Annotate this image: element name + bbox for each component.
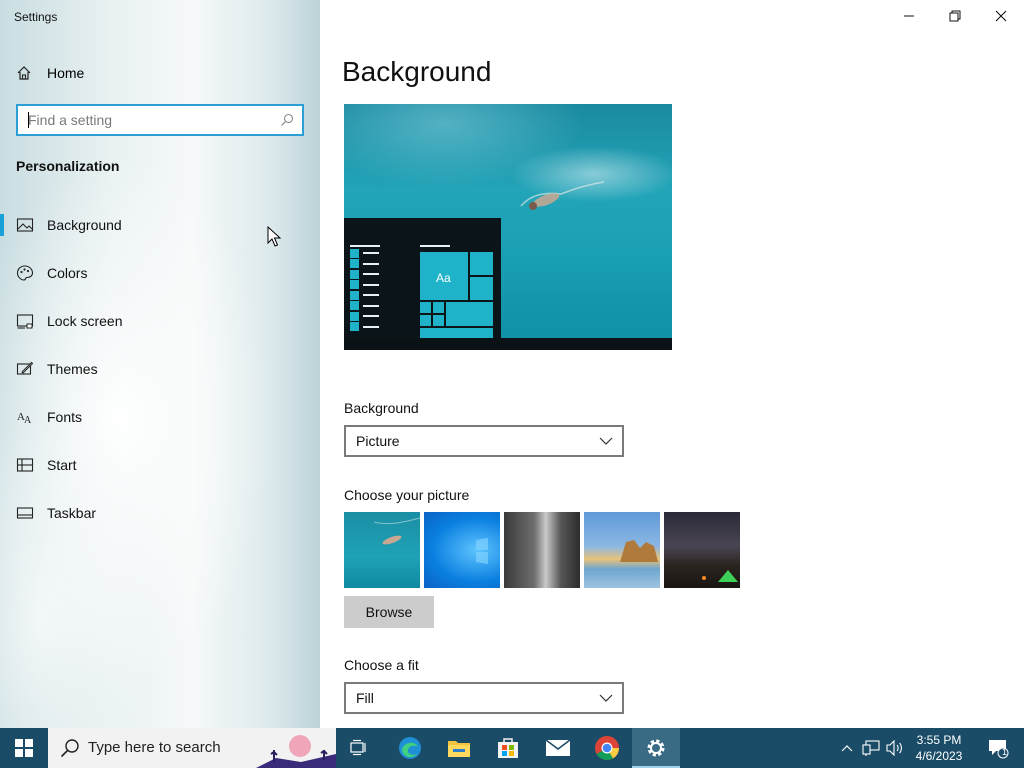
- themes-brush-icon: [16, 361, 34, 375]
- network-icon: [862, 740, 880, 756]
- mail-icon: [545, 739, 571, 756]
- picture-thumbnail-waterfall[interactable]: [504, 512, 580, 588]
- picture-icon: [16, 218, 34, 232]
- restore-icon: [949, 10, 961, 22]
- svg-text:A: A: [24, 415, 32, 426]
- palette-icon: [16, 265, 34, 281]
- nav-item-start[interactable]: Start: [0, 445, 320, 485]
- underwater-image: [373, 517, 420, 545]
- background-dropdown-value: Picture: [356, 433, 400, 449]
- background-label: Background: [344, 400, 419, 416]
- close-button[interactable]: [978, 0, 1024, 32]
- nav-label: Start: [47, 457, 77, 473]
- taskbar-clock[interactable]: 3:55 PM 4/6/2023: [906, 732, 972, 764]
- sidebar: Settings Home Personalization Background…: [0, 0, 320, 728]
- start-button[interactable]: [0, 728, 48, 768]
- microsoft-store-icon: [498, 738, 518, 758]
- tile-text: Aa: [436, 271, 451, 285]
- chevron-up-icon: [841, 745, 853, 752]
- edge-taskbar-button[interactable]: [386, 728, 434, 768]
- search-icon: [281, 113, 294, 126]
- settings-taskbar-button[interactable]: [632, 728, 680, 768]
- background-dropdown[interactable]: Picture: [344, 425, 624, 457]
- clock-date: 4/6/2023: [915, 749, 963, 763]
- task-view-button[interactable]: [336, 728, 384, 768]
- picture-thumbnail-windows[interactable]: [424, 512, 500, 588]
- settings-icon: [647, 739, 665, 757]
- start-menu-preview: Aa: [344, 218, 501, 338]
- night-tent-image: [702, 570, 738, 582]
- volume-button[interactable]: [884, 728, 906, 768]
- store-taskbar-button[interactable]: [484, 728, 532, 768]
- restore-button[interactable]: [932, 0, 978, 32]
- fit-dropdown[interactable]: Fill: [344, 682, 624, 714]
- edge-icon: [399, 737, 421, 759]
- taskbar: Type here to search 3:55 PM 4/6/2023 1: [0, 728, 1024, 768]
- page-title: Background: [342, 56, 492, 87]
- windows-logo-icon: [15, 739, 33, 757]
- mail-taskbar-button[interactable]: [534, 728, 582, 768]
- picture-thumbnail-night-sky[interactable]: [664, 512, 740, 588]
- home-icon: [17, 66, 31, 80]
- fit-label: Choose a fit: [344, 657, 419, 673]
- nav-item-taskbar[interactable]: Taskbar: [0, 493, 320, 533]
- chevron-down-icon: [599, 437, 613, 445]
- taskbar-search-box[interactable]: Type here to search: [48, 728, 336, 768]
- close-icon: [995, 10, 1007, 22]
- search-icon: [60, 739, 79, 758]
- windows-logo-image: [476, 538, 488, 564]
- file-explorer-taskbar-button[interactable]: [435, 728, 483, 768]
- mouse-pointer-icon: [267, 226, 281, 247]
- lock-screen-icon: [16, 314, 34, 329]
- file-explorer-icon: [448, 741, 470, 757]
- nav-label: Background: [47, 217, 122, 233]
- nav-item-themes[interactable]: Themes: [0, 349, 320, 389]
- nav-label: Lock screen: [47, 313, 123, 329]
- chrome-icon: [595, 736, 619, 761]
- desktop-preview: Aa: [344, 104, 672, 350]
- section-title: Personalization: [16, 158, 120, 174]
- nav-item-lock-screen[interactable]: Lock screen: [0, 301, 320, 341]
- nav-item-fonts[interactable]: A A Fonts: [0, 397, 320, 437]
- task-view-icon: [350, 739, 366, 756]
- chevron-down-icon: [599, 694, 613, 702]
- fit-dropdown-value: Fill: [356, 690, 374, 706]
- settings-search-box[interactable]: [16, 104, 304, 136]
- picture-thumbnail-underwater[interactable]: [344, 512, 420, 588]
- chrome-taskbar-button[interactable]: [583, 728, 631, 768]
- minimize-button[interactable]: [886, 0, 932, 32]
- browse-button[interactable]: Browse: [344, 596, 434, 628]
- settings-search-input[interactable]: [18, 106, 302, 134]
- swimmer-image: [520, 181, 605, 210]
- nav-label: Themes: [47, 361, 98, 377]
- nav-label: Colors: [47, 265, 88, 281]
- picture-thumbnail-beach[interactable]: [584, 512, 660, 588]
- choose-picture-label: Choose your picture: [344, 487, 470, 503]
- volume-icon: [886, 740, 902, 756]
- beach-rocks-image: [620, 540, 658, 562]
- clock-time: 3:55 PM: [916, 733, 962, 747]
- app-title: Settings: [14, 10, 58, 24]
- nav-label: Taskbar: [47, 505, 97, 521]
- fonts-icon: A A: [17, 411, 32, 426]
- minimize-icon: [904, 15, 914, 17]
- notification-count: 1: [1002, 747, 1008, 757]
- show-hidden-icons-button[interactable]: [837, 728, 857, 768]
- preview-taskbar: [344, 338, 672, 350]
- network-button[interactable]: [860, 728, 882, 768]
- home-link[interactable]: Home: [16, 62, 84, 84]
- start-grid-icon: [16, 458, 34, 472]
- taskbar-search-placeholder: Type here to search: [88, 739, 221, 756]
- taskbar-icon: [16, 507, 34, 519]
- home-label: Home: [47, 65, 85, 81]
- action-center-button[interactable]: 1: [978, 728, 1018, 768]
- nav-item-colors[interactable]: Colors: [0, 253, 320, 293]
- nav-label: Fonts: [47, 409, 83, 425]
- search-highlight-illustration: [256, 728, 336, 768]
- text-caret: [28, 112, 29, 128]
